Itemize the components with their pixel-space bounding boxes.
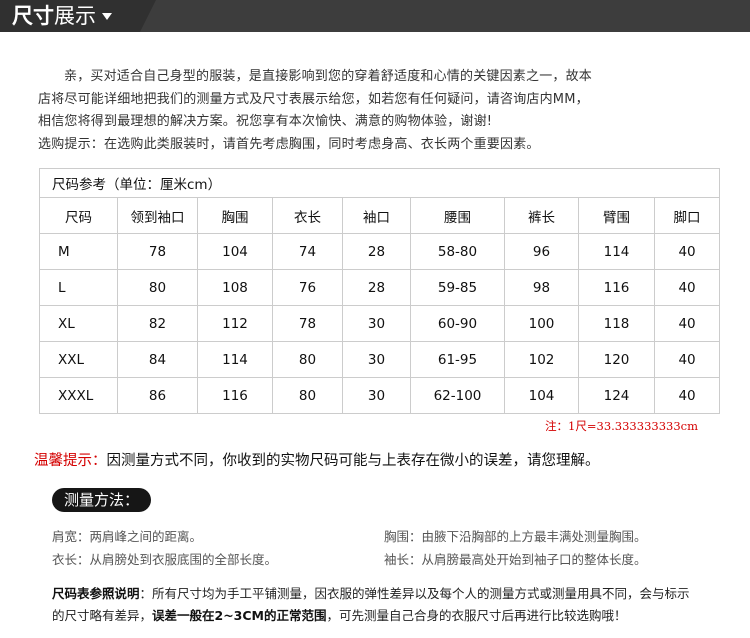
table-cell: 28 xyxy=(342,269,411,306)
table-cell: 98 xyxy=(504,269,579,306)
table-cell: 61-95 xyxy=(410,341,505,378)
table-cell: XXL xyxy=(39,341,118,378)
triangle-down-icon xyxy=(102,13,112,20)
intro-line-3: 相信您将得到最理想的解决方案。祝您享有本次愉快、满意的购物体验，谢谢! xyxy=(38,114,493,130)
table-cell: 102 xyxy=(504,341,579,378)
column-header: 领到袖口 xyxy=(117,197,198,234)
table-cell: 80 xyxy=(272,377,343,414)
warm-tip-text: 因测量方式不同，你收到的实物尺码可能与上表存在微小的误差，请您理解。 xyxy=(106,453,600,469)
table-cell: 40 xyxy=(653,305,721,342)
size-chart-notes: 尺码表参照说明：所有尺寸均为手工平铺测量，因衣服的弹性差异以及每个人的测量方式或… xyxy=(52,583,728,627)
table-row: XXXL 86 116 80 30 62-100 104 124 40 xyxy=(39,377,721,414)
table-cell: 84 xyxy=(117,341,198,378)
table-row: XXL 84 114 80 30 61-95 102 120 40 xyxy=(39,341,721,378)
footer-line-1-text: ：所有尺寸均为手工平铺测量，因衣服的弹性差异以及每个人的测量方式或测量用具不同，… xyxy=(139,586,690,601)
footer-line-2a: 的尺寸略有差异， xyxy=(52,608,153,623)
table-cell: 82 xyxy=(117,305,198,342)
footer-line-2c: ，可先测量自己合身的衣服尺寸后再进行比较选购哦！ xyxy=(326,608,627,623)
table-cell: 76 xyxy=(272,269,343,306)
table-title: 尺码参考（单位：厘米cm） xyxy=(38,168,721,198)
measure-length: 衣长：从肩膀处到衣服底围的全部长度。 xyxy=(52,552,278,567)
table-cell: 40 xyxy=(653,269,721,306)
measure-sleeve: 袖长：从肩膀最高处开始到袖子口的整体长度。 xyxy=(384,552,647,567)
size-table: 尺码参考（单位：厘米cm） 尺码 领到袖口 胸围 衣长 袖口 腰围 裤长 臂围 … xyxy=(38,168,721,414)
table-cell: 58-80 xyxy=(410,233,505,270)
measure-chest: 胸围：由腋下沿胸部的上方最丰满处测量胸围。 xyxy=(384,529,647,544)
column-header: 裤长 xyxy=(504,197,579,234)
table-cell: 62-100 xyxy=(410,377,505,414)
table-cell: 104 xyxy=(197,233,273,270)
section-title: 尺寸展示 xyxy=(12,3,112,29)
intro-text: 亲，买对适合自己身型的服装，是直接影响到您的穿着舒适度和心情的关键因素之一，故本… xyxy=(38,66,718,156)
footer-label: 尺码表参照说明 xyxy=(52,586,140,601)
measure-method-badge: 测量方法： xyxy=(52,488,152,512)
warm-tip-label: 温馨提示： xyxy=(34,453,107,469)
table-cell: XXXL xyxy=(39,377,118,414)
table-cell: 118 xyxy=(578,305,655,342)
footer-line-1: 尺码表参照说明：所有尺寸均为手工平铺测量，因衣服的弹性差异以及每个人的测量方式或… xyxy=(52,583,728,605)
table-cell: 80 xyxy=(272,341,343,378)
column-header: 胸围 xyxy=(197,197,273,234)
footer-line-2-highlight: 误差一般在2~3CM的正常范围 xyxy=(152,608,327,623)
intro-line-2: 店将尽可能详细地把我们的测量方式及尺寸表展示给您，如若您有任何疑问，请咨询店内M… xyxy=(38,91,589,107)
table-row: XL 82 112 78 30 60-90 100 118 40 xyxy=(39,305,721,342)
table-cell: 59-85 xyxy=(410,269,505,306)
table-cell: 114 xyxy=(578,233,655,270)
table-cell: 116 xyxy=(578,269,655,306)
column-header: 尺码 xyxy=(39,197,118,234)
table-cell: L xyxy=(39,269,118,306)
conversion-note: 注：1尺=33.333333333cm xyxy=(545,419,698,433)
table-cell: 80 xyxy=(117,269,198,306)
table-cell: 40 xyxy=(653,341,721,378)
intro-line-4: 选购提示：在选购此类服装时，请首先考虑胸围，同时考虑身高、衣长两个重要因素。 xyxy=(38,136,540,152)
table-cell: 100 xyxy=(504,305,579,342)
column-header: 腰围 xyxy=(410,197,505,234)
table-cell: 78 xyxy=(272,305,343,342)
column-header: 袖口 xyxy=(342,197,411,234)
table-row: L 80 108 76 28 59-85 98 116 40 xyxy=(39,269,721,306)
table-cell: 60-90 xyxy=(410,305,505,342)
table-cell: 120 xyxy=(578,341,655,378)
section-title-bold: 尺寸 xyxy=(12,4,54,28)
column-header: 臂围 xyxy=(578,197,655,234)
table-cell: 30 xyxy=(342,377,411,414)
table-cell: XL xyxy=(39,305,118,342)
table-cell: 74 xyxy=(272,233,343,270)
footer-line-2: 的尺寸略有差异，误差一般在2~3CM的正常范围，可先测量自己合身的衣服尺寸后再进… xyxy=(52,605,728,627)
table-row: M 78 104 74 28 58-80 96 114 40 xyxy=(39,233,721,270)
table-cell: 78 xyxy=(117,233,198,270)
table-header-row: 尺码 领到袖口 胸围 衣长 袖口 腰围 裤长 臂围 脚口 xyxy=(39,197,721,234)
table-cell: 104 xyxy=(504,377,579,414)
table-cell: 40 xyxy=(653,377,721,414)
table-cell: 28 xyxy=(342,233,411,270)
table-cell: M xyxy=(39,233,118,270)
warm-tip: 温馨提示：因测量方式不同，你收到的实物尺码可能与上表存在微小的误差，请您理解。 xyxy=(34,449,600,470)
table-cell: 112 xyxy=(197,305,273,342)
measure-shoulder: 肩宽：两肩峰之间的距离。 xyxy=(52,529,203,544)
section-header: 尺寸展示 xyxy=(0,0,750,32)
column-header: 脚口 xyxy=(653,197,721,234)
table-cell: 114 xyxy=(197,341,273,378)
table-cell: 40 xyxy=(653,233,721,270)
table-cell: 86 xyxy=(117,377,198,414)
column-header: 衣长 xyxy=(272,197,343,234)
table-cell: 116 xyxy=(197,377,273,414)
table-cell: 96 xyxy=(504,233,579,270)
table-cell: 108 xyxy=(197,269,273,306)
table-cell: 30 xyxy=(342,305,411,342)
table-cell: 30 xyxy=(342,341,411,378)
table-cell: 124 xyxy=(578,377,655,414)
section-title-light: 展示 xyxy=(54,4,96,28)
intro-line-1: 亲，买对适合自己身型的服装，是直接影响到您的穿着舒适度和心情的关键因素之一，故本 xyxy=(64,69,593,84)
